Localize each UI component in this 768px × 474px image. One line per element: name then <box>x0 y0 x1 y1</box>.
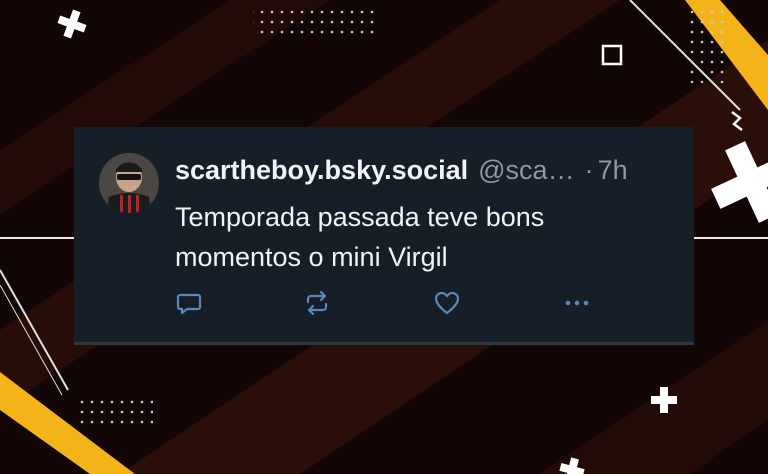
separator-dot: · <box>584 154 594 185</box>
avatar-image <box>99 153 159 213</box>
display-name[interactable]: scartheboy.bsky.social <box>175 155 468 186</box>
user-handle[interactable]: @sca… <box>478 155 574 186</box>
post-text: Temporada passada teve bons momentos o m… <box>175 202 545 272</box>
post-card[interactable]: scartheboy.bsky.social @sca… · 7h Tempor… <box>74 127 694 345</box>
post-time[interactable]: 7h <box>598 155 628 186</box>
repost-button[interactable] <box>303 289 331 317</box>
like-icon <box>434 291 460 315</box>
post-actions <box>175 289 615 319</box>
like-button[interactable] <box>433 289 461 317</box>
dot-grid <box>253 8 378 40</box>
dot-grid <box>75 395 153 427</box>
reply-icon <box>176 293 202 315</box>
post-header: scartheboy.bsky.social @sca… · 7h <box>175 153 680 187</box>
user-avatar[interactable] <box>99 153 159 213</box>
dot-grid <box>690 8 730 83</box>
repost-icon <box>306 290 328 316</box>
more-icon <box>565 300 589 306</box>
reply-button[interactable] <box>175 289 203 317</box>
more-options-button[interactable] <box>563 289 591 317</box>
